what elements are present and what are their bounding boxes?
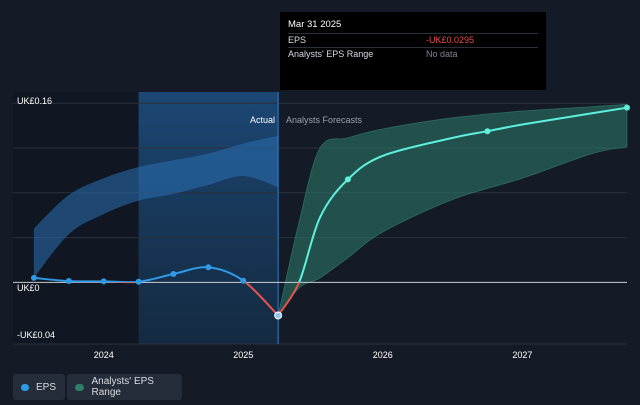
legend-eps-label: EPS [35, 381, 56, 393]
x-tick-label: 2026 [373, 350, 393, 360]
legend-eps-toggle[interactable]: EPS [13, 374, 65, 400]
forecast-region-label: Analysts Forecasts [286, 115, 363, 125]
tooltip-eps-label: EPS [288, 35, 307, 45]
legend-range-label: Analysts' EPS Range [91, 376, 154, 398]
tooltip-eps-value: -UK£0.0295 [426, 35, 475, 45]
legend-range-toggle[interactable]: Analysts' EPS Range [67, 374, 182, 400]
eps-point[interactable] [170, 271, 177, 277]
tooltip-date: Mar 31 2025 [288, 19, 342, 30]
y-tick-label-bottom: -UK£0.04 [17, 330, 55, 340]
tooltip-row-eps: EPS -UK£0.0295 [288, 33, 538, 47]
tooltip-row-range: Analysts' EPS Range No data [288, 47, 538, 61]
y-tick-label-top: UK£0.16 [17, 96, 52, 106]
tooltip-range-label: Analysts' EPS Range [288, 49, 374, 59]
eps-point[interactable] [65, 278, 72, 285]
actual-region-label: Actual [250, 115, 275, 125]
eps-legend-swatch [21, 383, 29, 391]
x-tick-label: 2025 [233, 350, 253, 360]
eps-point[interactable] [240, 277, 247, 284]
forecast-point[interactable] [344, 176, 351, 183]
forecast-point[interactable] [484, 128, 491, 135]
eps-point[interactable] [274, 311, 283, 320]
eps-point[interactable] [30, 274, 37, 281]
x-tick-label: 2027 [512, 350, 532, 360]
range-legend-swatch [75, 383, 85, 391]
eps-point[interactable] [135, 278, 142, 285]
forecast-eps-range-band [277, 103, 628, 316]
recent-actual-highlight [138, 92, 279, 344]
y-tick-label-zero: UK£0 [17, 283, 40, 293]
x-tick-label: 2024 [94, 350, 114, 360]
hover-tooltip: Mar 31 2025 EPS -UK£0.0295 Analysts' EPS… [280, 12, 546, 90]
eps-point[interactable] [100, 278, 107, 285]
eps-point[interactable] [205, 264, 212, 271]
tooltip-range-value: No data [426, 49, 458, 59]
forecast-point[interactable] [624, 104, 630, 111]
x-axis-ticks: 2024 2025 2026 2027 [94, 350, 533, 360]
